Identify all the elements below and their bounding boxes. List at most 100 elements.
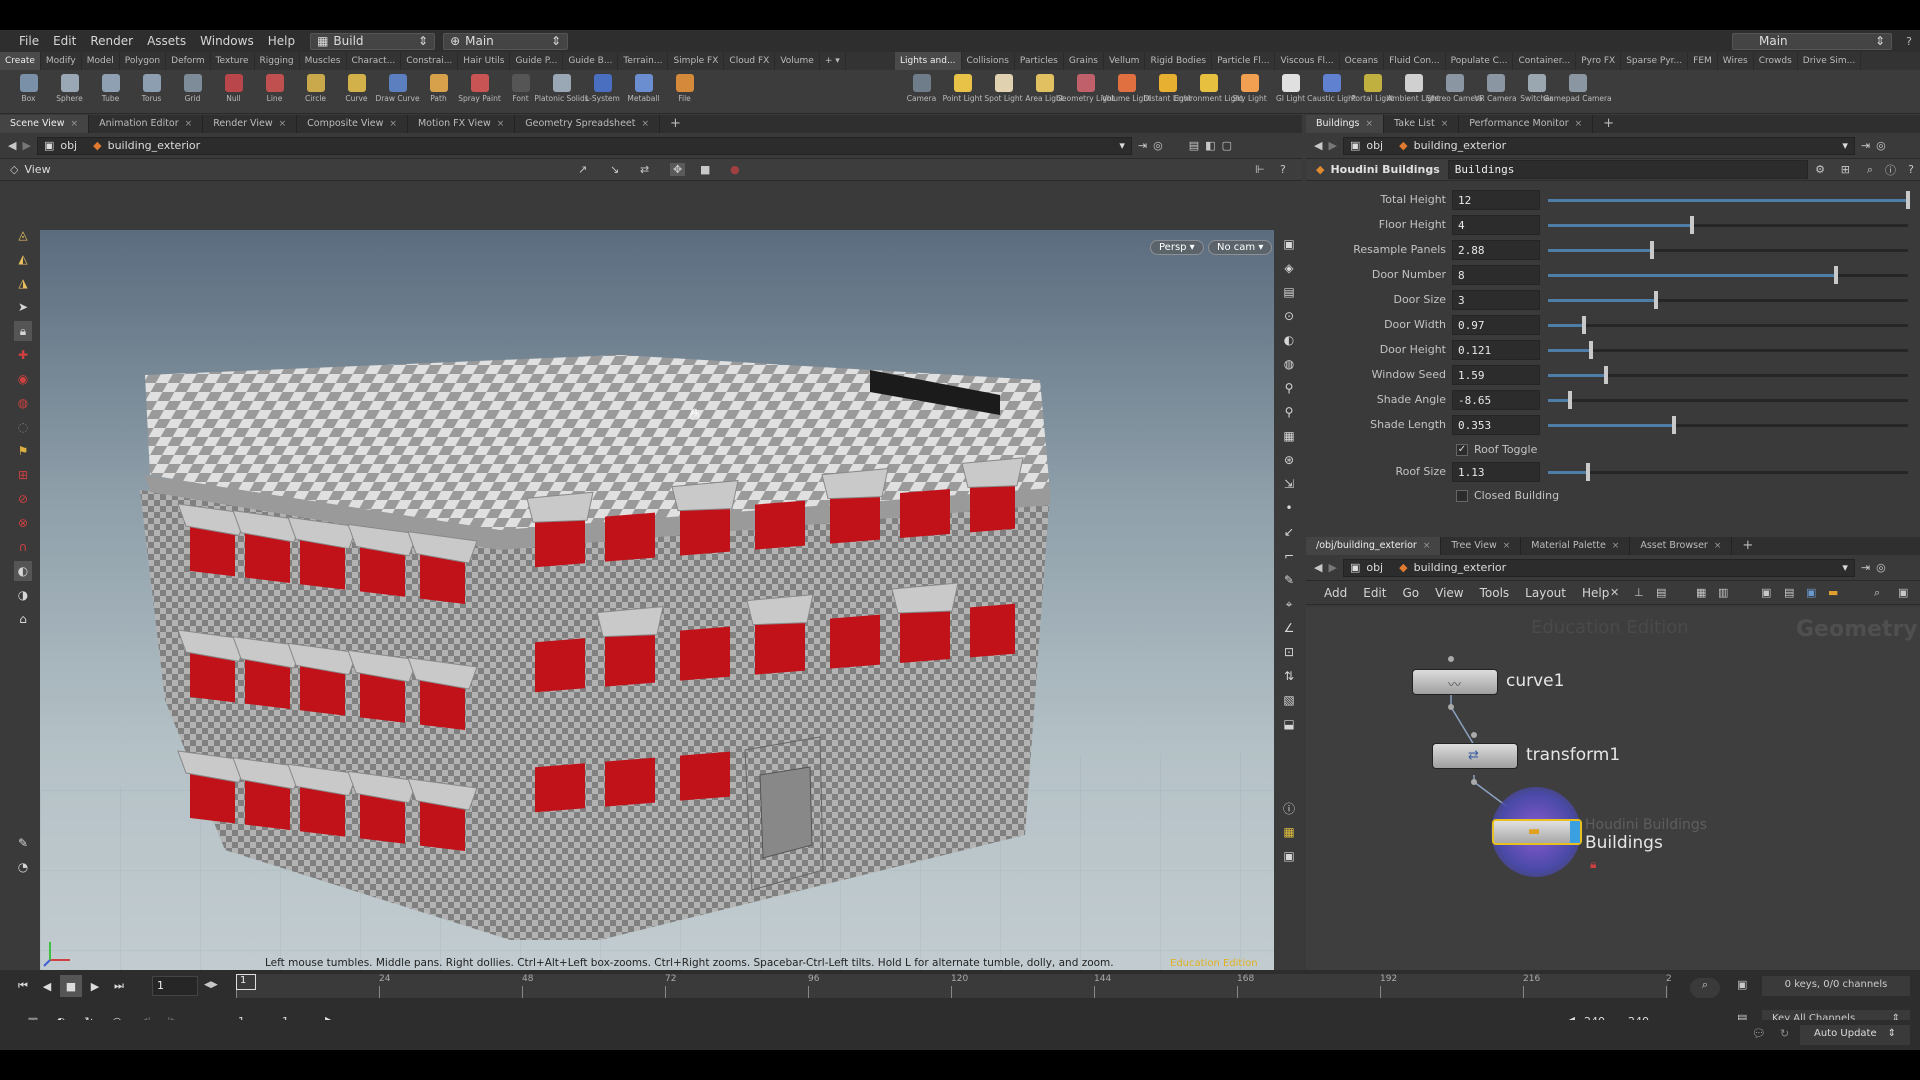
shape-icon[interactable]: ⌖ bbox=[1280, 594, 1298, 614]
current-frame-field[interactable]: 1 bbox=[152, 976, 198, 996]
param-value-field[interactable]: 0.121 bbox=[1452, 340, 1540, 360]
display-icon[interactable]: ✥ bbox=[670, 163, 686, 176]
chat-icon[interactable]: 💬︎ bbox=[1752, 1027, 1766, 1040]
viewer-tools-icon[interactable]: ⊩ bbox=[1255, 163, 1265, 176]
shelf-tab[interactable]: Create bbox=[0, 52, 41, 70]
shelf-tool-sky-light[interactable]: Sky Light bbox=[1229, 70, 1270, 113]
shelf-tab[interactable]: Terrain... bbox=[618, 52, 669, 70]
tree-icon[interactable]: ⊥ bbox=[1634, 586, 1644, 599]
jump-end-icon[interactable]: ⏭︎ bbox=[108, 975, 130, 997]
slider-knob[interactable] bbox=[1585, 463, 1590, 481]
menu-render[interactable]: Render bbox=[83, 34, 140, 48]
move-tool-icon[interactable]: ✚ bbox=[14, 345, 32, 365]
back-arrow-icon[interactable]: ◀ bbox=[1314, 139, 1322, 152]
param-slider[interactable] bbox=[1548, 416, 1908, 434]
stop-icon[interactable]: ■ bbox=[700, 163, 710, 176]
shelf-tool-vr-camera[interactable]: VR Camera bbox=[1474, 70, 1517, 113]
shelf-tool-stereo-camera[interactable]: Stereo Camera bbox=[1426, 70, 1483, 113]
transform-tool-icon[interactable]: ◌ bbox=[14, 417, 32, 437]
tab-motion-fx-view[interactable]: Motion FX View × bbox=[408, 115, 516, 133]
shelf-tool-font[interactable]: Font bbox=[500, 70, 541, 113]
vector-icon[interactable]: ⇲ bbox=[1280, 474, 1298, 494]
key-icon[interactable]: ▣ bbox=[1737, 978, 1747, 991]
shelf-tool-circle[interactable]: Circle bbox=[295, 70, 336, 113]
shelf-tab[interactable]: Grains bbox=[1064, 52, 1104, 70]
tab-buildings[interactable]: Buildings × bbox=[1306, 115, 1385, 133]
node-transform1[interactable]: ⇄ bbox=[1432, 743, 1518, 769]
shelf-tab[interactable]: Rigging bbox=[255, 52, 300, 70]
shelf-tool-gi-light[interactable]: GI Light bbox=[1270, 70, 1311, 113]
forward-arrow-icon[interactable]: ▶ bbox=[22, 139, 30, 152]
shelf-tool-metaball[interactable]: Metaball bbox=[623, 70, 664, 113]
playhead-label[interactable]: 1 bbox=[236, 974, 256, 990]
path-node[interactable]: building_exterior bbox=[108, 139, 201, 152]
auto-update-dropdown[interactable]: Auto Update ⇕ bbox=[1800, 1025, 1910, 1045]
snap-grid-icon[interactable]: ⊞ bbox=[14, 465, 32, 485]
menu-file[interactable]: File bbox=[12, 34, 46, 48]
shelf-tool-distant-light[interactable]: Distant Light bbox=[1143, 70, 1192, 113]
maximize-icon[interactable]: ▢ bbox=[1222, 139, 1232, 152]
display-options-icon[interactable]: ▣ bbox=[1280, 234, 1298, 254]
render-icon[interactable]: ▧ bbox=[1280, 690, 1298, 710]
link-icon[interactable]: ◎ bbox=[1876, 139, 1886, 152]
pin-icon[interactable]: ⇥ bbox=[1861, 561, 1870, 574]
search-icon[interactable]: ⌕ bbox=[1874, 586, 1880, 600]
rotate-tool-icon[interactable]: ◉ bbox=[14, 369, 32, 389]
shelf-tool-draw-curve[interactable]: Draw Curve bbox=[375, 70, 420, 113]
shelf-tab[interactable]: Volume bbox=[775, 52, 820, 70]
param-slider[interactable] bbox=[1548, 191, 1910, 209]
shelf-tab[interactable]: Collisions bbox=[962, 52, 1015, 70]
path-node[interactable]: building_exterior bbox=[1414, 561, 1507, 574]
tab-material-palette[interactable]: Material Palette × bbox=[1521, 537, 1631, 555]
back-arrow-icon[interactable]: ◀ bbox=[8, 139, 16, 152]
param-slider[interactable] bbox=[1548, 391, 1908, 409]
shelf-tab[interactable]: Polygon bbox=[120, 52, 167, 70]
snap-prim-icon[interactable]: ⊘ bbox=[14, 489, 32, 509]
path-root[interactable]: obj bbox=[1366, 561, 1383, 574]
network-menu-layout[interactable]: Layout bbox=[1517, 586, 1574, 600]
tab-composite-view[interactable]: Composite View × bbox=[297, 115, 408, 133]
display-flag[interactable] bbox=[1570, 821, 1580, 843]
flip-icon[interactable]: ⇅ bbox=[1280, 666, 1298, 686]
wrench-icon[interactable]: ✕ bbox=[1610, 586, 1619, 599]
frame-step-icon[interactable]: ◀▶ bbox=[204, 980, 218, 990]
param-value-field[interactable]: 1.59 bbox=[1452, 365, 1540, 385]
context-dropdown[interactable]: ⊕ Main ⇕ bbox=[443, 32, 569, 50]
desktop-dropdown[interactable]: ▦ Build ⇕ bbox=[310, 32, 436, 50]
add-tab-icon[interactable]: + bbox=[660, 115, 691, 133]
shelf-tab[interactable]: Fluid Con... bbox=[1384, 52, 1446, 70]
tab-geometry-spreadsheet[interactable]: Geometry Spreadsheet × bbox=[515, 115, 661, 133]
visibility-icon[interactable]: ◐ bbox=[14, 561, 32, 581]
slider-knob[interactable] bbox=[1567, 391, 1572, 409]
record-icon[interactable]: ● bbox=[730, 163, 740, 176]
shelf-tool-caustic-light[interactable]: Caustic Light bbox=[1307, 70, 1356, 113]
shelf-tool-spot-light[interactable]: Spot Light bbox=[983, 70, 1024, 113]
shelf-tool-file[interactable]: File bbox=[664, 70, 705, 113]
pose-tool-icon[interactable]: ◭ bbox=[14, 249, 32, 269]
guide-icon[interactable]: ⌐ bbox=[1280, 546, 1298, 566]
network-menu-edit[interactable]: Edit bbox=[1355, 586, 1394, 600]
angle-icon[interactable]: ∠ bbox=[1280, 618, 1298, 638]
param-value-field[interactable]: -8.65 bbox=[1452, 390, 1540, 410]
paint-icon[interactable]: ✎ bbox=[14, 833, 32, 853]
param-slider[interactable] bbox=[1548, 341, 1908, 359]
shelf-tab[interactable]: Modify bbox=[41, 52, 82, 70]
chevron-down-icon[interactable]: ▾ bbox=[1842, 561, 1848, 574]
shelf-tab[interactable]: Particles bbox=[1015, 52, 1064, 70]
path-root[interactable]: obj bbox=[60, 139, 77, 152]
network-editor[interactable]: Education Edition Geometry 〰 curve1 ⇄ tr… bbox=[1306, 607, 1920, 970]
pin-icon[interactable]: ⚲ bbox=[1280, 378, 1298, 398]
layout-icon[interactable]: ▤ bbox=[1189, 139, 1199, 152]
audio-icon[interactable]: ⌕ bbox=[1690, 978, 1720, 998]
grid-icon[interactable]: ▦ bbox=[1280, 822, 1298, 842]
chevron-down-icon[interactable]: ▾ bbox=[1119, 139, 1125, 152]
step-back-icon[interactable]: ◀ bbox=[36, 975, 58, 997]
shelf-tab[interactable]: Constrai... bbox=[401, 52, 459, 70]
help-icon[interactable]: ? bbox=[1906, 35, 1912, 48]
right-context-dropdown[interactable]: Main ⇕ bbox=[1732, 32, 1892, 50]
shelf-tab[interactable]: Populate C... bbox=[1446, 52, 1514, 70]
dot-icon[interactable]: • bbox=[1280, 498, 1298, 518]
shelf-tab[interactable]: Deform bbox=[166, 52, 211, 70]
shelf-tab[interactable]: Crowds bbox=[1754, 52, 1798, 70]
slider-knob[interactable] bbox=[1906, 191, 1910, 209]
